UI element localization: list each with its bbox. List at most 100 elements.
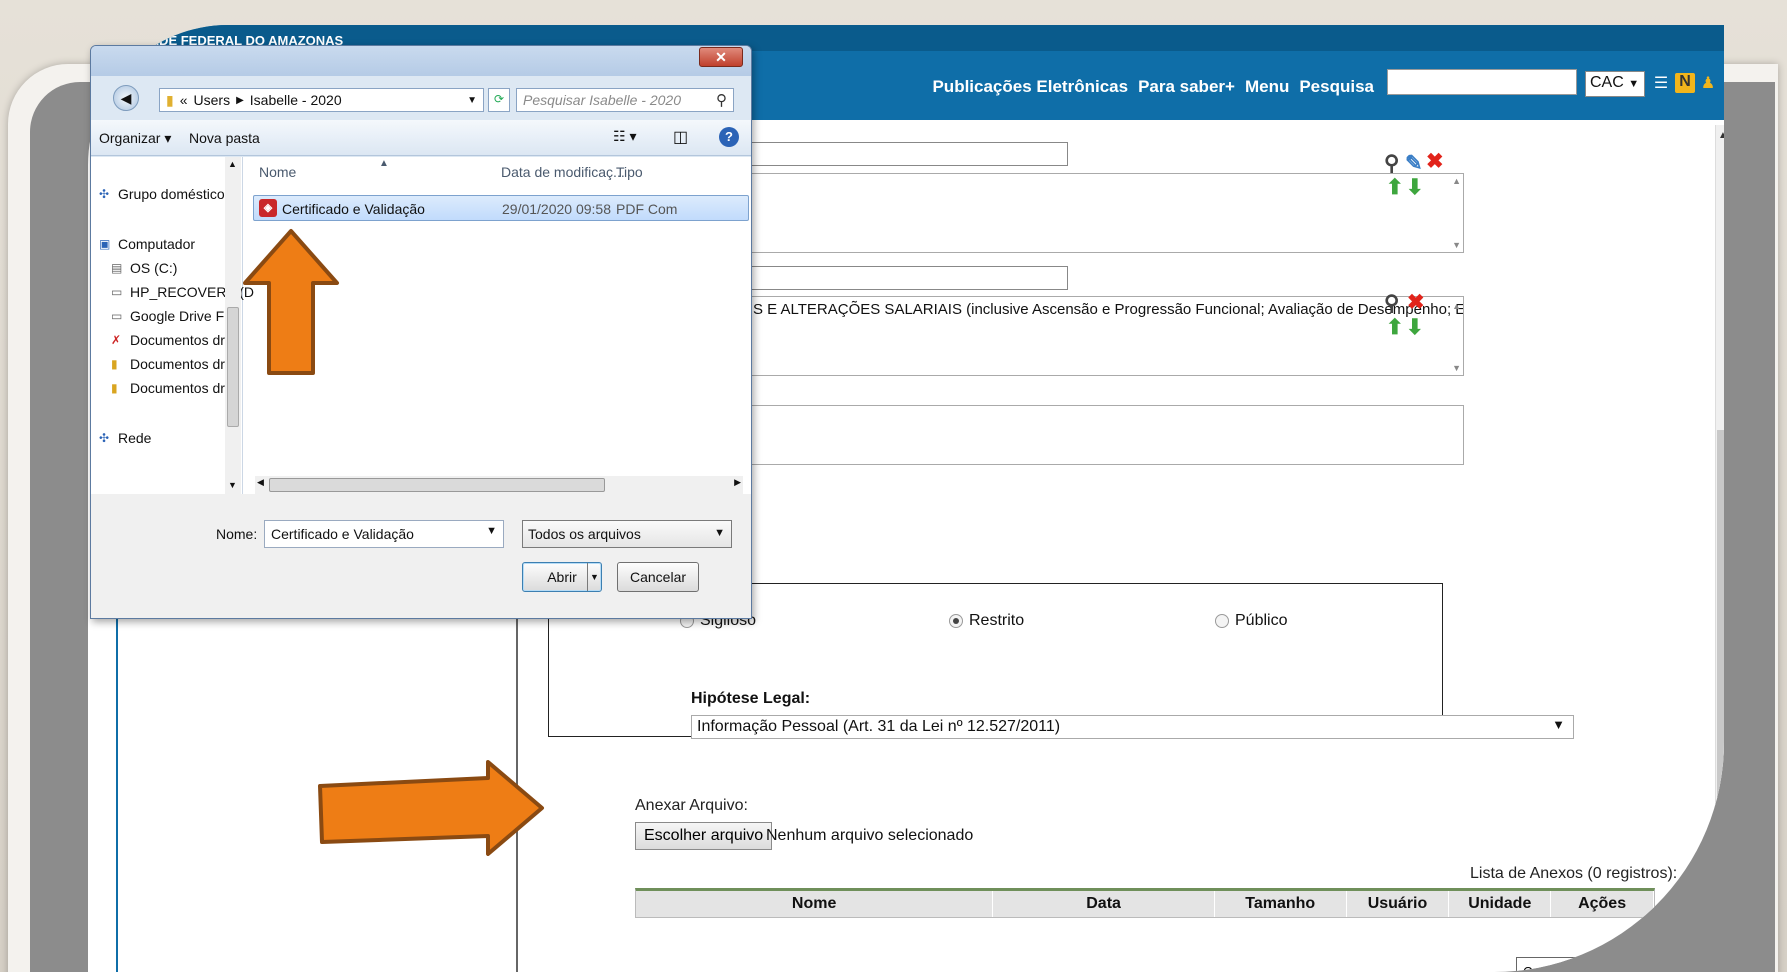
nav-menu[interactable]: Menu [1245,77,1289,97]
chevron-down-icon[interactable]: ▼ [467,95,477,106]
organize-menu[interactable]: Organizar ▾ [99,130,171,147]
scroll-up-icon[interactable]: ▲ [1452,301,1461,311]
preview-pane-icon[interactable]: ◫ [673,127,688,147]
move-down-icon[interactable]: ⬇ [1406,175,1424,200]
nav-item-label: Grupo doméstico [118,186,225,202]
choose-file-button[interactable]: Escolher arquivo [635,822,773,850]
nav-item-google-drive[interactable]: ▭ Google Drive File [111,308,238,324]
column-header-name[interactable]: Nome [259,157,296,187]
nav-pane-scrollbar[interactable]: ▲ ▼ [225,157,241,494]
interested-textarea[interactable]: ▲ ▼ [748,173,1464,253]
scroll-right-icon[interactable]: ▶ [734,477,741,488]
dialog-search-input[interactable]: Pesquisar Isabelle - 2020 ⚲ [516,88,734,112]
chevron-down-icon[interactable]: ▼ [486,525,497,537]
breadcrumb-prefix: « [179,92,188,108]
observations-textarea[interactable] [748,405,1464,465]
drive-icon: ▤ [111,261,123,275]
scroll-thumb[interactable] [1717,430,1724,972]
back-button[interactable]: Volt [1631,957,1667,972]
search-icon[interactable]: ⚲ [1384,291,1399,316]
user-icon[interactable]: ♟ [1698,73,1718,93]
confirm-data-button[interactable]: Confirmar Dados [1516,957,1629,972]
nav-item-computer[interactable]: ▣ Computador [99,236,195,252]
unit-select[interactable]: CAC ▼ [1585,71,1645,97]
radio-publico[interactable] [1215,614,1229,628]
scroll-up-icon[interactable]: ▲ [1452,176,1461,186]
legal-hypothesis-value: Informação Pessoal (Art. 31 da Lei nº 12… [697,718,1061,735]
search-icon[interactable]: ⚲ [1384,151,1399,176]
remove-icon[interactable]: ✖ [1407,290,1425,315]
search-icon[interactable]: ⚲ [716,91,727,109]
refresh-icon[interactable]: ⟳ [488,88,510,112]
address-bar[interactable]: ▮ « Users ▶ Isabelle - 2020 ▼ [159,88,484,112]
radio-restrito[interactable] [949,614,963,628]
scroll-left-icon[interactable]: ◀ [257,477,264,488]
column-header-acoes: Ações [1551,891,1654,917]
classification-input[interactable] [748,266,1068,290]
dialog-body: ✣ Grupo doméstico ▣ Computador ▤ OS (C:)… [91,157,751,494]
nav-item-documentos-3[interactable]: ▮ Documentos drh [111,380,233,396]
nav-item-label: Documentos drh [130,356,233,372]
drive-icon: ▭ [111,285,123,299]
nav-item-documentos-2[interactable]: ▮ Documentos drh [111,356,233,372]
scroll-down-icon[interactable]: ▼ [1452,363,1461,373]
nav-pesquisa[interactable]: Pesquisa [1299,77,1374,97]
breadcrumb-current[interactable]: Isabelle - 2020 [250,92,342,108]
filename-input[interactable]: Certificado e Validação ▼ [264,520,504,548]
file-row-certificado[interactable]: ◈ Certificado e Validação 29/01/2020 09:… [253,195,749,221]
nav-publicacoes[interactable]: Publicações Eletrônicas [932,77,1128,97]
move-up-icon[interactable]: ⬆ [1386,315,1404,340]
top-nav: Publicações Eletrônicas Para saber+ Menu… [932,77,1374,97]
move-down-icon[interactable]: ⬇ [1406,315,1424,340]
help-icon[interactable]: ? [719,127,739,147]
dialog-bottom: Nome: Certificado e Validação ▼ Todos os… [91,494,751,618]
list-icon[interactable]: ☰ [1651,73,1671,93]
description-input[interactable] [748,142,1068,166]
notes-icon[interactable]: N [1675,73,1695,93]
search-input[interactable] [1387,69,1577,95]
edit-icon[interactable]: ✎ [1405,151,1423,176]
scroll-up-icon[interactable]: ▲ [1718,130,1724,141]
unit-select-value: CAC [1590,74,1624,91]
file-type-filter[interactable]: Todos os arquivos ▼ [522,520,732,548]
close-icon[interactable]: ✕ [699,47,743,67]
page-scrollbar[interactable]: ▲ [1715,125,1724,972]
folder-icon: ▮ [166,91,174,108]
file-name: Certificado e Validação [282,201,425,217]
radio-label-publico: Público [1235,612,1288,629]
nav-item-homegroup[interactable]: ✣ Grupo doméstico [99,186,225,202]
new-folder-button[interactable]: Nova pasta [189,130,260,146]
column-header-modified[interactable]: Data de modificaç... [501,157,625,187]
nav-para-saber[interactable]: Para saber+ [1138,77,1235,97]
view-options-icon[interactable]: ☷ ▾ [613,128,636,145]
column-header-unidade: Unidade [1449,891,1552,917]
scroll-down-icon[interactable]: ▼ [1452,240,1461,250]
network-drive-icon: ✗ [111,333,122,347]
breadcrumb-users[interactable]: Users [194,92,231,108]
open-button[interactable]: Abrir ▼ [522,562,602,592]
chevron-down-icon: ▼ [1552,717,1565,732]
column-header-type[interactable]: Tipo [616,157,643,187]
move-up-icon[interactable]: ⬆ [1386,175,1404,200]
file-modified: 29/01/2020 09:58 [502,201,611,217]
arrow-up-icon [243,229,339,375]
attach-file-label: Anexar Arquivo: [635,797,748,814]
nav-item-documentos-1[interactable]: ✗ Documentos drh [111,332,233,348]
nav-item-network[interactable]: ✣ Rede [99,430,151,446]
cancel-button[interactable]: Cancelar [617,562,699,592]
legal-hypothesis-select[interactable]: Informação Pessoal (Art. 31 da Lei nº 12… [691,715,1574,739]
attachments-table-header: Nome Data Tamanho Usuário Unidade Ações [635,888,1655,918]
dialog-title-bar: ✕ [91,46,751,76]
homegroup-icon: ✣ [99,187,110,201]
nav-item-os-c[interactable]: ▤ OS (C:) [111,260,177,276]
computer-icon: ▣ [99,237,111,251]
chevron-down-icon[interactable]: ▼ [587,563,601,591]
file-list-h-scrollbar[interactable]: ◀ ▶ [255,476,743,494]
h-scroll-thumb[interactable] [269,478,605,492]
classification-textarea[interactable]: S E ALTERAÇÕES SALARIAIS (inclusive Asce… [748,296,1464,376]
remove-icon[interactable]: ✖ [1426,149,1444,174]
scroll-down-icon[interactable]: ▼ [228,480,237,490]
back-arrow-icon[interactable]: ◀ [113,85,139,111]
nav-scroll-thumb[interactable] [227,307,239,427]
scroll-up-icon[interactable]: ▲ [228,159,237,169]
